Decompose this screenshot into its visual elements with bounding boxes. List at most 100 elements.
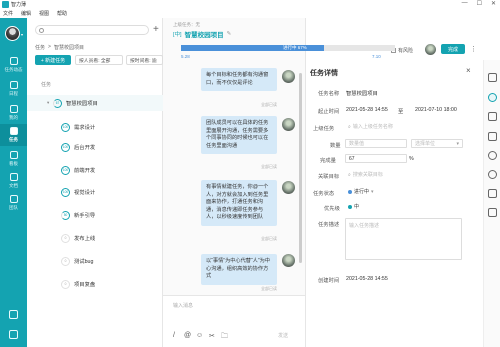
user-avatar[interactable]: [5, 26, 20, 41]
progress-ring: 50: [61, 210, 70, 220]
date-separator: 至: [398, 109, 404, 115]
right-icon-rail: [483, 60, 500, 347]
search-input[interactable]: [35, 25, 149, 35]
contacts-icon[interactable]: [9, 310, 18, 319]
task-name: 项目复盘: [74, 282, 96, 288]
task-name-value[interactable]: 智慧校园项目: [346, 89, 378, 97]
end-datetime[interactable]: 2021-07-10 18:00: [415, 107, 457, 113]
command-icon[interactable]: /: [173, 332, 175, 339]
settings-icon[interactable]: [9, 330, 18, 339]
app-logo-icon: [2, 1, 9, 8]
quantity-input[interactable]: 数量值: [345, 139, 407, 148]
minimize-icon[interactable]: —: [462, 0, 468, 7]
assignee-avatar[interactable]: [425, 44, 436, 55]
field-label: 任务状态: [313, 191, 335, 197]
menu-view[interactable]: 视图: [39, 10, 49, 18]
progress-ring: 100: [61, 122, 70, 132]
edit-icon[interactable]: ✎: [227, 31, 232, 37]
create-task-button[interactable]: + 新建任务: [35, 55, 71, 65]
nav-item-board[interactable]: 看板: [0, 148, 27, 170]
task-row[interactable]: 0 测试bug: [27, 253, 163, 269]
column-header-task: 任务: [41, 82, 52, 88]
collapse-icon[interactable]: ▾: [47, 100, 49, 106]
more-icon[interactable]: ⋮: [470, 45, 477, 53]
progress-ring: 100: [61, 142, 70, 152]
send-button[interactable]: 发送: [278, 332, 288, 339]
task-row[interactable]: 100 需求设计: [27, 119, 163, 135]
clock-icon[interactable]: [488, 170, 497, 179]
avatar: [282, 70, 295, 83]
priority-tag: [中]: [173, 32, 182, 38]
member-icon[interactable]: [488, 151, 497, 160]
parent-task-crumb: 上级任务：无: [173, 22, 200, 27]
chat-scrollbar[interactable]: [299, 73, 302, 263]
unit-select[interactable]: 选择单位 ▾: [411, 139, 463, 148]
done-quantity-input[interactable]: 67: [345, 154, 407, 163]
task-name: 发布上线: [74, 236, 96, 242]
subtask-icon[interactable]: [488, 112, 497, 121]
progress-ring: 0: [61, 279, 70, 289]
attachment-icon[interactable]: [488, 132, 497, 141]
parent-task-input[interactable]: ⌕ 输入上级任务名称: [345, 122, 463, 131]
task-row[interactable]: 50 新手引导: [27, 207, 163, 223]
nav-item-mine[interactable]: 我的: [0, 102, 27, 124]
nav-item-team[interactable]: 团队: [0, 192, 27, 214]
nav-item-schedule[interactable]: 日程: [0, 78, 27, 100]
nav-item-activity[interactable]: 任务动态: [0, 54, 27, 76]
add-button[interactable]: +: [153, 25, 159, 35]
nav-item-tasks[interactable]: 任务: [0, 124, 27, 146]
description-textarea[interactable]: 输入任务描述: [345, 218, 462, 260]
field-label: 任务描述: [318, 222, 340, 228]
read-status: 全部已读: [261, 164, 277, 169]
read-status: 全部已读: [261, 102, 277, 107]
breadcrumb-tasks[interactable]: 任务: [35, 44, 45, 51]
menu-file[interactable]: 文件: [3, 10, 13, 18]
priority-dot-icon: [348, 204, 352, 209]
menu-bar: 文件 编辑 视图 帮助: [0, 10, 67, 18]
emoji-icon[interactable]: ☺: [196, 332, 203, 339]
chevron-down-icon[interactable]: ▾: [21, 32, 23, 37]
project-name[interactable]: 智慧校园项目: [185, 29, 224, 39]
star-icon[interactable]: [488, 189, 497, 198]
progress-ring: 67: [53, 98, 62, 108]
task-row-parent[interactable]: ▾ 67 智慧校园项目: [27, 95, 163, 111]
info-icon[interactable]: [488, 93, 497, 102]
task-row[interactable]: 0 项目复盘: [27, 276, 163, 292]
breadcrumb-project[interactable]: 智慧校园项目: [54, 44, 84, 51]
menu-edit[interactable]: 编辑: [21, 10, 31, 18]
task-row[interactable]: 100 前端开发: [27, 162, 163, 178]
field-label: 数量: [330, 143, 341, 149]
task-name: 后台开发: [74, 145, 96, 151]
status-select[interactable]: 进行中 ▾: [345, 187, 381, 196]
message-input[interactable]: 输入消息: [173, 302, 193, 309]
task-row[interactable]: 0 发布上线: [27, 230, 163, 246]
start-datetime[interactable]: 2021-05-28 14:55: [346, 107, 388, 113]
filter-by-person[interactable]: 按人员看: 全部: [75, 55, 123, 65]
related-goal-input[interactable]: ⌕ 搜索关联目标: [345, 170, 463, 179]
list-icon[interactable]: [488, 73, 497, 82]
task-row[interactable]: 100 视觉设计: [27, 184, 163, 200]
menu-help[interactable]: 帮助: [57, 10, 67, 18]
task-name: 视觉设计: [74, 190, 96, 196]
scissors-icon[interactable]: ✂: [209, 332, 215, 340]
mention-icon[interactable]: @: [184, 332, 191, 339]
app-title: 智力薄: [11, 2, 27, 8]
message-composer: 输入消息 / @ ☺ ✂ 🗀 发送: [163, 295, 305, 347]
start-date: 5.28: [181, 54, 190, 59]
close-icon[interactable]: ×: [466, 66, 471, 75]
task-row[interactable]: 100 后台开发: [27, 139, 163, 155]
task-name: 新手引导: [74, 213, 96, 219]
nav-item-docs[interactable]: 文档: [0, 170, 27, 192]
folder-icon[interactable]: 🗀: [221, 332, 228, 343]
chat-message: 有事情就建任务，你@一个人，对方就会加入到任务里面来协作，打通任务和沟通，消息传…: [201, 180, 277, 226]
complete-button[interactable]: 完成: [441, 44, 465, 54]
search-icon: [39, 28, 44, 33]
folder-icon[interactable]: [488, 208, 497, 217]
filter-by-time[interactable]: 按时间看: 逾: [126, 55, 163, 65]
maximize-icon[interactable]: ☐: [477, 0, 482, 7]
close-window-icon[interactable]: ✕: [491, 0, 496, 7]
project-title: [中] 智慧校园项目 ✎: [173, 29, 231, 39]
calendar-icon: [9, 81, 18, 89]
priority-select[interactable]: 中: [345, 202, 375, 211]
field-label: 创建时间: [318, 278, 340, 284]
